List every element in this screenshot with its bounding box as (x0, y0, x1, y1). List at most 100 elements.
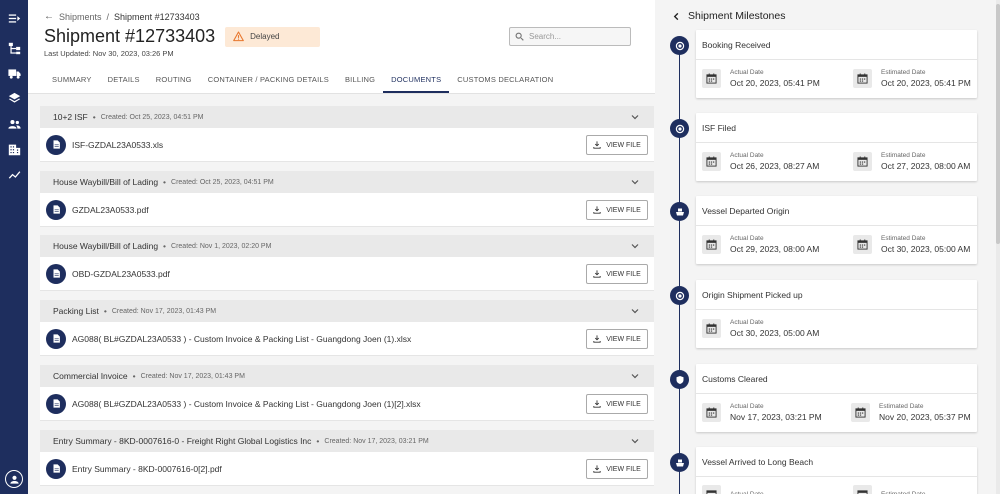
circle-dot-icon (670, 119, 689, 138)
last-updated: Last Updated: Nov 30, 2023, 03:26 PM (44, 49, 174, 58)
milestone-name: Booking Received (696, 30, 977, 60)
file-name: AG088( BL#GZDAL23A0533 ) - Custom Invoic… (72, 398, 421, 409)
breadcrumb: ← Shipments / Shipment #12733403 (44, 11, 200, 22)
users-icon[interactable] (7, 117, 21, 131)
chevron-down-icon[interactable] (630, 241, 640, 251)
chevron-down-icon[interactable] (630, 371, 640, 381)
view-file-label: VIEW FILE (606, 206, 641, 214)
document-group: House Waybill/Bill of Lading • Created: … (40, 171, 654, 227)
separator-dot: • (163, 241, 167, 251)
file-icon (46, 263, 66, 284)
document-group-header[interactable]: House Waybill/Bill of Lading • Created: … (40, 235, 654, 257)
search-icon (515, 32, 524, 41)
user-avatar[interactable] (5, 470, 23, 488)
milestone-name: ISF Filed (696, 113, 977, 143)
file-name: AG088( BL#GZDAL23A0533 ) - Custom Invoic… (72, 333, 412, 344)
document-group: House Waybill/Bill of Lading • Created: … (40, 235, 654, 291)
document-group-header[interactable]: Packing List • Created: Nov 17, 2023, 01… (40, 300, 654, 322)
breadcrumb-current: Shipment #12733403 (114, 11, 200, 22)
view-file-button[interactable]: VIEW FILE (586, 264, 648, 284)
milestone-card: Vessel Departed Origin Actual Date Oct 2… (696, 196, 977, 264)
collapse-menu-icon[interactable] (7, 11, 21, 25)
breadcrumb-separator: / (106, 11, 110, 22)
tab-customs-declaration[interactable]: CUSTOMS DECLARATION (449, 67, 561, 93)
milestone-name: Origin Shipment Picked up (696, 280, 977, 310)
tab-documents[interactable]: DOCUMENTS (383, 67, 450, 93)
milestone-card: ISF Filed Actual Date Oct 26, 2023, 08:2… (696, 113, 977, 181)
tab-billing[interactable]: BILLING (337, 67, 383, 93)
document-group-header[interactable]: Entry Summary - 8KD-0007616-0 - Freight … (40, 430, 654, 452)
calendar-icon (702, 69, 721, 88)
view-file-label: VIEW FILE (606, 335, 641, 343)
file-name: ISF-GZDAL23A0533.xls (72, 139, 164, 150)
back-arrow-icon[interactable]: ← (44, 11, 54, 22)
view-file-button[interactable]: VIEW FILE (586, 200, 648, 220)
tab-container-packing[interactable]: CONTAINER / PACKING DETAILS (200, 67, 337, 93)
view-file-button[interactable]: VIEW FILE (586, 394, 648, 414)
file-icon (46, 328, 66, 349)
download-icon (593, 270, 601, 278)
download-icon (593, 206, 601, 214)
calendar-icon (702, 403, 721, 422)
document-group: 10+2 ISF • Created: Oct 25, 2023, 04:51 … (40, 106, 654, 162)
truck-icon[interactable] (7, 66, 21, 80)
document-row: GZDAL23A0533.pdf VIEW FILE (40, 193, 654, 227)
shield-icon (670, 370, 689, 389)
separator-dot: • (103, 306, 107, 316)
estimated-date: Estimated Date Oct 20, 2023, 05:41 PM (853, 68, 971, 89)
layers-icon[interactable] (7, 91, 21, 105)
document-created: Created: Nov 17, 2023, 03:21 PM (324, 437, 429, 445)
view-file-label: VIEW FILE (606, 270, 641, 278)
document-created: Created: Nov 1, 2023, 02:20 PM (171, 242, 272, 250)
milestone-card: Customs Cleared Actual Date Nov 17, 2023… (696, 364, 977, 432)
search-box[interactable] (509, 27, 631, 46)
app-sidebar (0, 0, 28, 494)
document-group: Packing List • Created: Nov 17, 2023, 01… (40, 300, 654, 356)
search-input[interactable] (529, 32, 619, 41)
milestone-card: Booking Received Actual Date Oct 20, 202… (696, 30, 977, 98)
tab-summary[interactable]: SUMMARY (44, 67, 100, 93)
chevron-left-icon[interactable] (672, 12, 681, 21)
main-content: ← Shipments / Shipment #12733403 Shipmen… (28, 0, 655, 494)
chevron-down-icon[interactable] (630, 112, 640, 122)
actual-date: Actual Date Oct 30, 2023, 05:00 AM (702, 318, 819, 339)
breadcrumb-shipments-link[interactable]: Shipments (59, 12, 102, 22)
document-type: 10+2 ISF (53, 112, 88, 122)
document-group-header[interactable]: House Waybill/Bill of Lading • Created: … (40, 171, 654, 193)
document-group-header[interactable]: 10+2 ISF • Created: Oct 25, 2023, 04:51 … (40, 106, 654, 128)
building-icon[interactable] (7, 142, 21, 156)
document-group: Commercial Invoice • Created: Nov 17, 20… (40, 365, 654, 421)
ship-icon (670, 453, 689, 472)
panel-scrollbar[interactable] (996, 0, 1000, 494)
view-file-button[interactable]: VIEW FILE (586, 459, 648, 479)
milestone-card: Vessel Arrived to Long Beach Actual Date… (696, 447, 977, 494)
document-row: ISF-GZDAL23A0533.xls VIEW FILE (40, 128, 654, 162)
document-type: Entry Summary - 8KD-0007616-0 - Freight … (53, 436, 312, 446)
document-created: Created: Oct 25, 2023, 04:51 PM (171, 178, 274, 186)
calendar-icon (851, 403, 870, 422)
documents-list: 10+2 ISF • Created: Oct 25, 2023, 04:51 … (28, 94, 655, 494)
file-icon (46, 134, 66, 155)
view-file-button[interactable]: VIEW FILE (586, 329, 648, 349)
separator-dot: • (163, 177, 167, 187)
tab-details[interactable]: DETAILS (100, 67, 148, 93)
chevron-down-icon[interactable] (630, 436, 640, 446)
calendar-icon (702, 235, 721, 254)
hierarchy-icon[interactable] (7, 41, 21, 55)
analytics-icon[interactable] (7, 167, 21, 181)
scrollbar-thumb[interactable] (996, 4, 1000, 244)
file-name: OBD-GZDAL23A0533.pdf (72, 268, 170, 279)
chevron-down-icon[interactable] (630, 306, 640, 316)
chevron-down-icon[interactable] (630, 177, 640, 187)
milestone-card: Origin Shipment Picked up Actual Date Oc… (696, 280, 977, 348)
shipment-tabs: SUMMARY DETAILS ROUTING CONTAINER / PACK… (44, 67, 561, 93)
estimated-date: Estimated Date (853, 485, 925, 494)
title-row: Shipment #12733403 Delayed (44, 26, 320, 47)
document-group-header[interactable]: Commercial Invoice • Created: Nov 17, 20… (40, 365, 654, 387)
document-created: Created: Nov 17, 2023, 01:43 PM (111, 307, 217, 315)
milestones-title[interactable]: Shipment Milestones (672, 10, 785, 22)
document-type: Packing List (53, 306, 99, 316)
calendar-icon (853, 69, 872, 88)
tab-routing[interactable]: ROUTING (148, 67, 200, 93)
view-file-button[interactable]: VIEW FILE (586, 135, 648, 155)
